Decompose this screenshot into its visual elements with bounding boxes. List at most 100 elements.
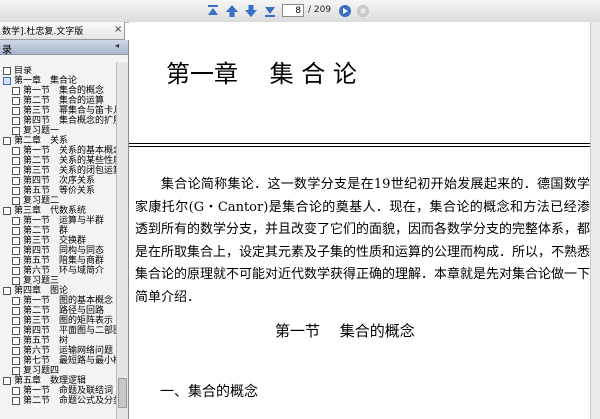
- sidebar-item-label: 第三章 代数系统: [14, 206, 87, 216]
- sidebar-item-label: 第一节 集合的概念: [23, 86, 105, 96]
- sidebar-item-label: 第三节 幂集合与笛卡儿积: [23, 106, 116, 116]
- bookmark-page-icon: [3, 377, 11, 385]
- bookmark-page-icon: [12, 367, 20, 375]
- sidebar-item-label: 第一节 命题及联结词: [23, 386, 114, 396]
- sidebar-item[interactable]: 第一章 集合论: [3, 76, 116, 86]
- sidebar-item-label: 第四节 平面图与二部图: [23, 326, 116, 336]
- sidebar-item-label: 第二节 命题公式及分类: [23, 396, 116, 406]
- sidebar-item[interactable]: 第三节 图的矩阵表示: [12, 316, 116, 326]
- bookmark-page-icon: [12, 127, 20, 135]
- sidebar-item[interactable]: 第二节 关系的某些性质: [12, 156, 116, 166]
- bookmark-page-icon: [12, 277, 20, 285]
- bookmark-page-icon: [12, 217, 20, 225]
- sidebar-item[interactable]: 第六节 运输网络问题: [12, 346, 116, 356]
- sidebar-scrollbar[interactable]: [116, 62, 128, 419]
- sidebar-item[interactable]: 第三节 关系的闭包运算: [12, 166, 116, 176]
- bookmark-page-icon: [12, 327, 20, 335]
- sidebar-item[interactable]: 复习题三: [12, 276, 116, 286]
- document-tab-label: 数学].杜忠复.文字版: [2, 27, 84, 37]
- page-total-label: / 209: [308, 5, 332, 15]
- sidebar-item[interactable]: 第二章 关系: [3, 136, 116, 146]
- sidebar-scrollbar-thumb[interactable]: [118, 378, 127, 408]
- bookmark-page-icon: [12, 87, 20, 95]
- toolbar: / 209: [0, 0, 600, 23]
- chapter-rule-bottom: [129, 146, 590, 147]
- sidebar-item[interactable]: 第一节 运算与半群: [12, 216, 116, 226]
- first-page-icon[interactable]: [205, 3, 221, 19]
- sidebar-item-label: 第二节 群: [23, 226, 69, 236]
- sidebar-item-label: 第五节 陪集与商群: [23, 256, 105, 266]
- sidebar-item-label: 第四章 图论: [14, 286, 69, 296]
- sidebar-item[interactable]: 第四节 同构与同态: [12, 246, 116, 256]
- sidebar-item-label: 第三节 交换群: [23, 236, 87, 246]
- sidebar-item[interactable]: 第四节 集合概念的扩展: [12, 116, 116, 126]
- sidebar-item[interactable]: 第三章 代数系统: [3, 206, 116, 216]
- sidebar-item-label: 第二节 集合的运算: [23, 96, 105, 106]
- sidebar-item[interactable]: 第七节 最短路与最小树: [12, 356, 116, 366]
- bookmark-page-icon: [12, 167, 20, 175]
- sidebar: 录 ◂ 目录 第一章 集合论 第一节 集合的概念 第二节 集合的运算 第三节 幂集合与笛…: [0, 40, 129, 419]
- bookmark-page-icon: [12, 147, 20, 155]
- last-page-icon[interactable]: [262, 3, 278, 19]
- bookmark-page-icon: [12, 157, 20, 165]
- sidebar-item[interactable]: 第六节 环与域简介: [12, 266, 116, 276]
- bookmark-page-icon: [12, 317, 20, 325]
- sidebar-item-label: 第一节 关系的基本概念: [23, 146, 116, 156]
- sidebar-item[interactable]: 复习题二: [12, 196, 116, 206]
- sidebar-item[interactable]: 复习题一: [12, 126, 116, 136]
- sidebar-item[interactable]: 目录: [3, 66, 116, 76]
- sidebar-item[interactable]: 第一节 命题及联结词: [12, 386, 116, 396]
- bookmark-page-icon: [12, 237, 20, 245]
- sidebar-item[interactable]: 第三节 幂集合与笛卡儿积: [12, 106, 116, 116]
- bookmark-page-icon: [12, 267, 20, 275]
- sidebar-item-label: 第二章 关系: [14, 136, 69, 146]
- page-number-input[interactable]: [282, 4, 304, 17]
- sidebar-item[interactable]: 第一节 图的基本概念: [12, 296, 116, 306]
- close-icon[interactable]: ×: [114, 24, 122, 36]
- sidebar-item-label: 复习题四: [23, 366, 60, 376]
- sidebar-item[interactable]: 第一节 关系的基本概念: [12, 146, 116, 156]
- sidebar-item-label: 第二节 关系的某些性质: [23, 156, 116, 166]
- sidebar-item-label: 第二节 路径与回路: [23, 306, 105, 316]
- bookmark-page-icon: [12, 227, 20, 235]
- bookmark-page-icon: [12, 97, 20, 105]
- sidebar-item[interactable]: 第四节 次序关系: [12, 176, 116, 186]
- sidebar-item-label: 第四节 次序关系: [23, 176, 96, 186]
- next-page-icon[interactable]: [243, 3, 259, 19]
- sidebar-item[interactable]: 第四节 平面图与二部图: [12, 326, 116, 336]
- sidebar-item-label: 复习题三: [23, 276, 60, 286]
- previous-page-icon[interactable]: [224, 3, 240, 19]
- sidebar-item-label: 目录: [14, 66, 33, 76]
- sidebar-item-label: 第五节 树: [23, 336, 69, 346]
- sidebar-item[interactable]: 第三节 交换群: [12, 236, 116, 246]
- sidebar-item[interactable]: 第五章 数理逻辑: [3, 376, 116, 386]
- sidebar-item-label: 第四节 同构与同态: [23, 246, 105, 256]
- chapter-rule-top: [129, 143, 590, 144]
- sidebar-item-label: 第六节 运输网络问题: [23, 346, 114, 356]
- go-icon[interactable]: [337, 3, 353, 19]
- sidebar-item[interactable]: 第四章 图论: [3, 286, 116, 296]
- bookmark-page-icon: [12, 297, 20, 305]
- bookmark-page-icon: [12, 397, 20, 405]
- sidebar-item[interactable]: 第五节 陪集与商群: [12, 256, 116, 266]
- sidebar-item[interactable]: 复习题四: [12, 366, 116, 376]
- sidebar-item[interactable]: 第二节 路径与回路: [12, 306, 116, 316]
- sidebar-item-label: 第三节 关系的闭包运算: [23, 166, 116, 176]
- sidebar-item[interactable]: 第二节 集合的运算: [12, 96, 116, 106]
- collapse-sidebar-icon[interactable]: ◂: [115, 41, 119, 50]
- expanded-node-icon[interactable]: [3, 77, 11, 85]
- sidebar-item[interactable]: 第一节 集合的概念: [12, 86, 116, 96]
- document-page: 第一章 集 合 论 集合论简称集论．这一数学分支是在19世纪初开始发展起来的．德…: [129, 22, 600, 419]
- sidebar-item-label: 第五节 等价关系: [23, 186, 96, 196]
- bookmark-page-icon: [12, 117, 20, 125]
- stop-icon: [355, 3, 371, 19]
- document-tab[interactable]: 数学].杜忠复.文字版 ×: [0, 22, 125, 40]
- chapter-title: 第一章 集 合 论: [166, 60, 357, 88]
- sidebar-item[interactable]: 第二节 群: [12, 226, 116, 236]
- bookmark-page-icon: [12, 187, 20, 195]
- sidebar-item[interactable]: 第二节 命题公式及分类: [12, 396, 116, 406]
- document-scrollbar[interactable]: [590, 22, 600, 419]
- sidebar-item[interactable]: 第五节 树: [12, 336, 116, 346]
- sidebar-item[interactable]: 第五节 等价关系: [12, 186, 116, 196]
- bookmark-page-icon: [3, 137, 11, 145]
